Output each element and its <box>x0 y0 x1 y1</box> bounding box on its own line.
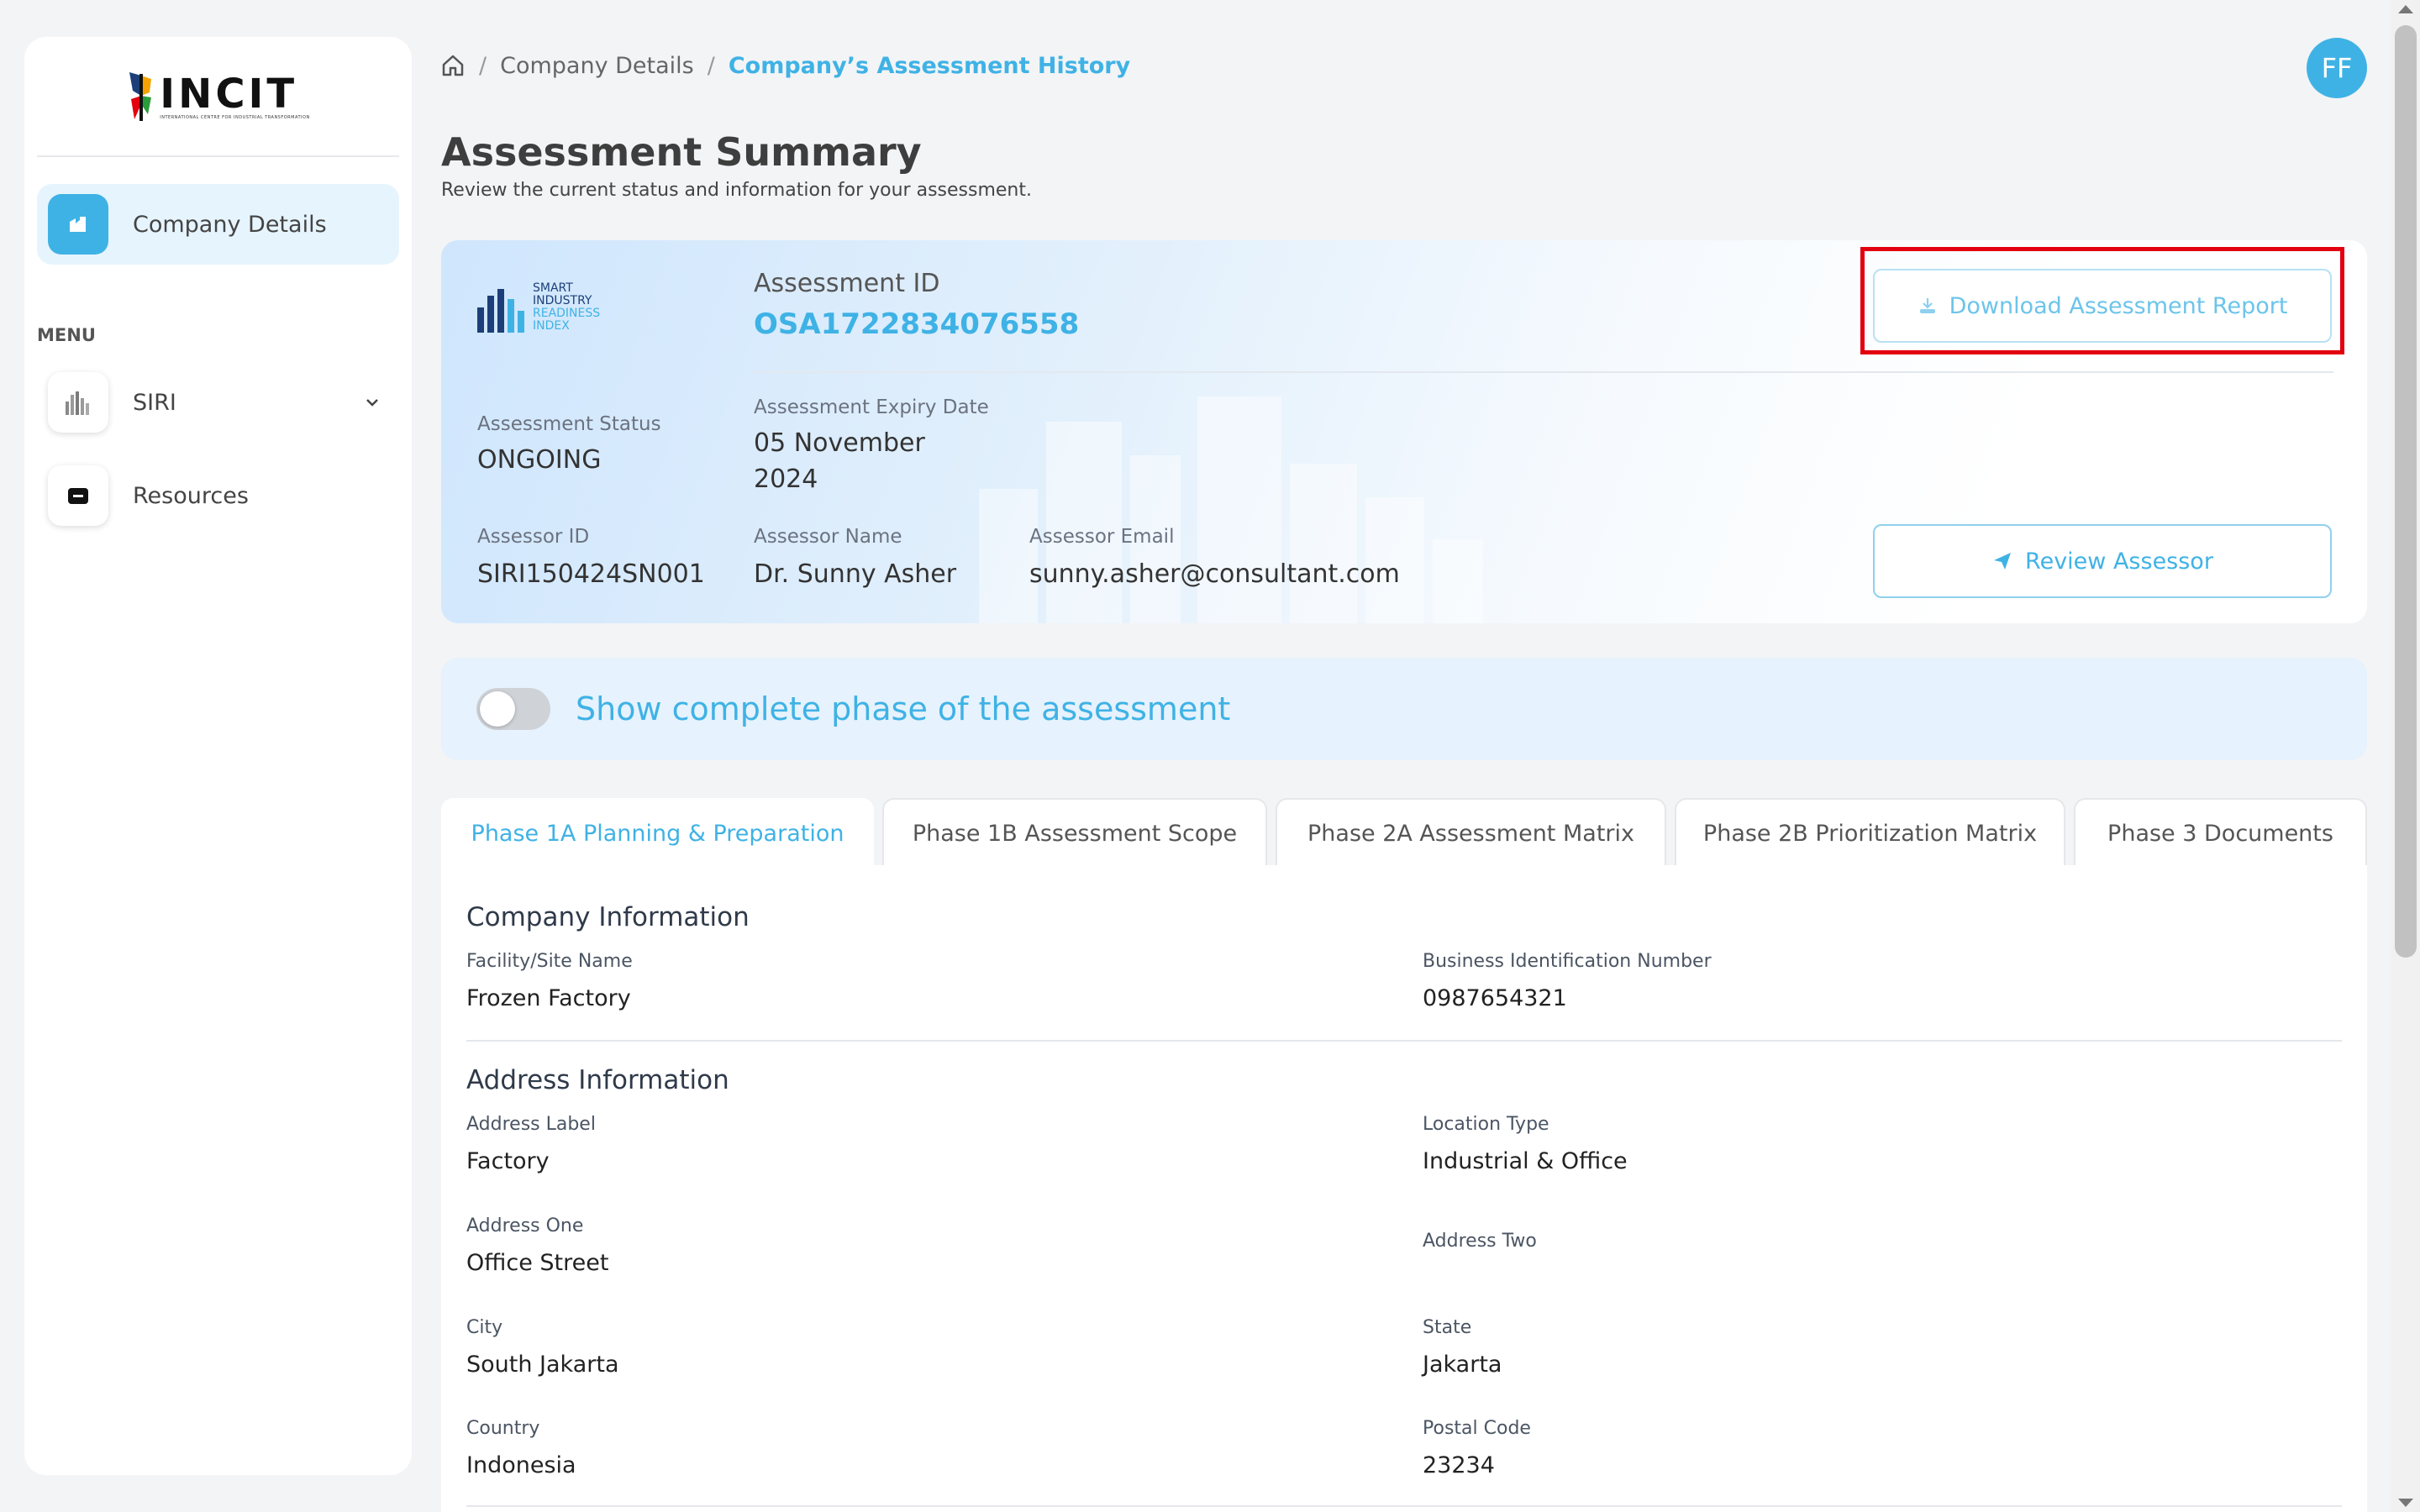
incit-logo[interactable]: INCIT INTERNATIONAL CENTRE FOR INDUSTRIA… <box>126 71 309 123</box>
assessor-email-label: Assessor Email <box>1029 526 1175 548</box>
phase-toggle-bar: Show complete phase of the assessment <box>441 658 2367 760</box>
assessor-id-label: Assessor ID <box>477 526 590 548</box>
download-report-label: Download Assessment Report <box>1949 292 2288 319</box>
postal-code-label: Postal Code <box>1423 1418 1531 1439</box>
facility-label: Facility/Site Name <box>466 951 633 972</box>
logo-area: INCIT INTERNATIONAL CENTRE FOR INDUSTRIA… <box>37 37 399 157</box>
postal-code-value: 23234 <box>1423 1452 1495 1478</box>
location-type-value: Industrial & Office <box>1423 1148 1628 1174</box>
scroll-up-arrow-icon[interactable] <box>2398 5 2413 13</box>
assessment-summary-card: SMART INDUSTRY READINESS INDEX Assessmen… <box>441 240 2367 623</box>
show-complete-phase-toggle[interactable] <box>476 688 550 730</box>
building-graphic <box>1290 464 1357 623</box>
location-type-label: Location Type <box>1423 1114 1549 1135</box>
page-subtitle: Review the current status and informatio… <box>441 180 1032 201</box>
siri-logo-text: SMART <box>533 281 573 295</box>
divider <box>754 371 2333 373</box>
divider <box>466 1505 2342 1507</box>
address-label-value: Factory <box>466 1148 550 1174</box>
breadcrumb-separator: / <box>707 52 715 79</box>
bin-label: Business Identification Number <box>1423 951 1712 972</box>
avatar[interactable]: FF <box>2307 38 2367 98</box>
country-label: Country <box>466 1418 540 1439</box>
breadcrumb-company-details[interactable]: Company Details <box>500 53 694 79</box>
siri-logo-text: INDUSTRY <box>533 294 592 307</box>
tab-phase-2a[interactable]: Phase 2A Assessment Matrix <box>1276 798 1666 867</box>
breadcrumb-separator: / <box>479 52 487 79</box>
send-icon <box>1994 553 2012 570</box>
chevron-down-icon[interactable] <box>360 391 384 414</box>
section-title-company: Company Information <box>466 902 750 932</box>
toggle-knob <box>480 691 515 727</box>
sidebar-item-label: Resources <box>133 482 249 509</box>
breadcrumb-current: Company’s Assessment History <box>728 52 1131 79</box>
phase-tabs: Phase 1A Planning & Preparation Phase 1B… <box>441 798 2367 867</box>
download-icon <box>1919 298 1935 313</box>
status-value: ONGOING <box>477 445 602 475</box>
siri-logo-text: INDEX <box>533 319 570 333</box>
scroll-down-arrow-icon[interactable] <box>2398 1499 2413 1507</box>
assessor-name-label: Assessor Name <box>754 526 902 548</box>
page-scrollbar[interactable] <box>2391 0 2420 1512</box>
tab-phase-2b[interactable]: Phase 2B Prioritization Matrix <box>1675 798 2065 867</box>
assessor-id-value: SIRI150424SN001 <box>477 559 705 589</box>
siri-bars-icon <box>477 289 524 333</box>
assessor-name-value: Dr. Sunny Asher <box>754 559 957 589</box>
address-label-label: Address Label <box>466 1114 596 1135</box>
tab-phase-3[interactable]: Phase 3 Documents <box>2074 798 2367 867</box>
state-label: State <box>1423 1317 1472 1338</box>
sidebar-item-label: Company Details <box>133 211 327 238</box>
sidebar-item-label: SIRI <box>133 389 176 416</box>
home-icon[interactable] <box>440 53 466 78</box>
sidebar-item-company-details[interactable]: Company Details <box>37 184 399 265</box>
city-value: South Jakarta <box>466 1352 619 1378</box>
state-value: Jakarta <box>1423 1352 1502 1378</box>
building-graphic <box>1046 422 1122 623</box>
building-icon <box>48 194 108 255</box>
breadcrumb: / Company Details / Company’s Assessment… <box>440 49 1130 82</box>
scroll-thumb[interactable] <box>2395 25 2417 958</box>
siri-logo-text: READINESS <box>533 307 601 320</box>
phase-details-panel: Company Information Facility/Site Name F… <box>441 865 2367 1512</box>
address-two-label: Address Two <box>1423 1231 1537 1252</box>
status-label: Assessment Status <box>477 413 661 435</box>
city-label: City <box>466 1317 503 1338</box>
review-assessor-label: Review Assessor <box>2025 548 2213 575</box>
expiry-value-line2: 2024 <box>754 465 818 494</box>
address-one-value: Office Street <box>466 1250 609 1276</box>
page-title: Assessment Summary <box>441 129 922 175</box>
expiry-label: Assessment Expiry Date <box>754 396 989 418</box>
butterfly-logo-icon <box>129 71 152 121</box>
assessor-email-value: sunny.asher@consultant.com <box>1029 559 1400 589</box>
logo-subtext: INTERNATIONAL CENTRE FOR INDUSTRIAL TRAN… <box>160 114 310 120</box>
siri-logo: SMART INDUSTRY READINESS INDEX <box>477 282 600 333</box>
building-graphic <box>979 489 1038 623</box>
sidebar: INCIT INTERNATIONAL CENTRE FOR INDUSTRIA… <box>24 37 412 1475</box>
expiry-value-line1: 05 November <box>754 428 925 458</box>
building-graphic <box>1433 539 1483 623</box>
sidebar-item-siri[interactable]: SIRI <box>37 369 399 436</box>
assessment-id-value: OSA1722834076558 <box>754 307 1080 341</box>
tab-phase-1b[interactable]: Phase 1B Assessment Scope <box>882 798 1267 867</box>
facility-value: Frozen Factory <box>466 985 631 1011</box>
divider <box>466 1040 2342 1042</box>
toggle-label: Show complete phase of the assessment <box>576 690 1231 727</box>
country-value: Indonesia <box>466 1452 576 1478</box>
logo-text: INCIT <box>160 70 298 118</box>
menu-heading: MENU <box>37 325 96 345</box>
bar-chart-icon <box>48 372 108 433</box>
assessment-id-label: Assessment ID <box>754 269 940 298</box>
sidebar-item-resources[interactable]: Resources <box>37 462 399 529</box>
section-title-address: Address Information <box>466 1065 729 1095</box>
review-assessor-button[interactable]: Review Assessor <box>1873 524 2332 598</box>
download-report-button[interactable]: Download Assessment Report <box>1873 269 2332 343</box>
building-graphic <box>1197 396 1281 623</box>
address-one-label: Address One <box>466 1215 584 1236</box>
tab-phase-1a[interactable]: Phase 1A Planning & Preparation <box>441 798 874 867</box>
folder-icon <box>48 465 108 526</box>
bin-value: 0987654321 <box>1423 985 1567 1011</box>
